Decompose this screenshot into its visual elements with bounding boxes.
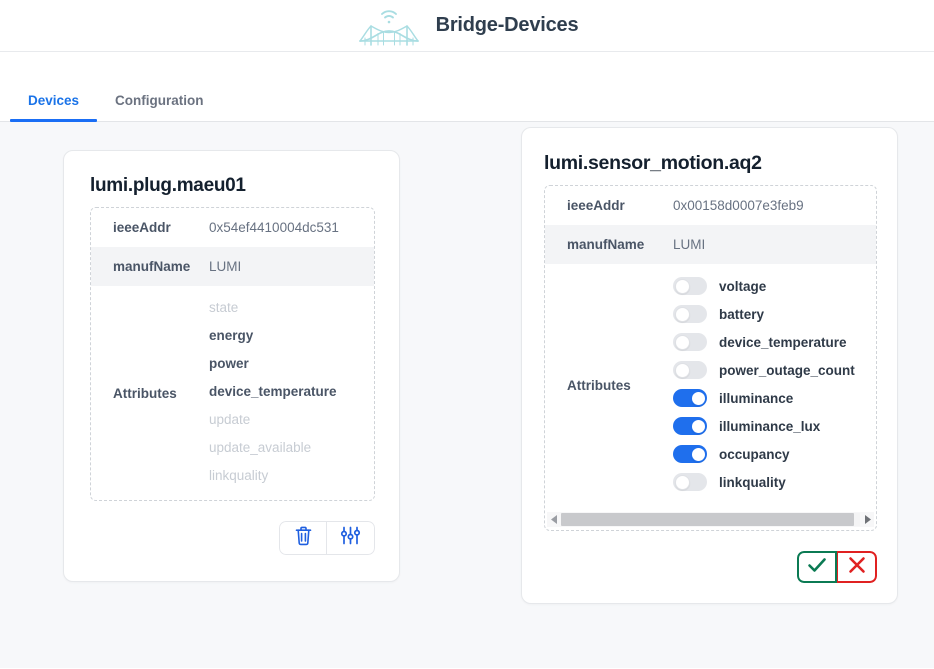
toggle-label: illuminance_lux (719, 419, 820, 434)
tab-devices[interactable]: Devices (10, 94, 97, 122)
row-key-attributes: Attributes (91, 386, 209, 401)
bridge-wifi-logo-icon (356, 5, 422, 47)
toggle-knob (691, 391, 706, 406)
table-row: ieeeAddr 0x54ef4410004dc531 (91, 208, 374, 247)
scroll-left-arrow-icon[interactable] (547, 512, 561, 527)
list-item: voltage (673, 272, 855, 300)
row-value-ieeeaddr: 0x54ef4410004dc531 (209, 208, 349, 247)
delete-device-button[interactable] (279, 521, 327, 555)
device-edit-actions (797, 551, 877, 583)
scroll-right-arrow-icon[interactable] (860, 512, 874, 527)
cancel-button[interactable] (837, 551, 877, 583)
device-properties-table: ieeeAddr 0x54ef4410004dc531 manufName LU… (90, 207, 375, 501)
scrollbar-track[interactable] (561, 513, 860, 526)
table-row-attributes: Attributes voltage battery device_te (545, 264, 876, 506)
page-title: Bridge-Devices (436, 14, 579, 37)
list-item: update (209, 406, 337, 434)
toggle-knob (675, 279, 690, 294)
toggle-knob (691, 447, 706, 462)
list-item: illuminance_lux (673, 412, 855, 440)
toggle-illuminance-lux[interactable] (673, 417, 707, 435)
confirm-button[interactable] (797, 551, 837, 583)
list-item: update_available (209, 434, 337, 462)
toggle-label: linkquality (719, 475, 786, 490)
tab-devices-label: Devices (28, 93, 79, 108)
row-value-manufname: LUMI (673, 225, 715, 264)
toggle-label: voltage (719, 279, 766, 294)
toggle-knob (675, 363, 690, 378)
toggle-knob (675, 307, 690, 322)
toggle-power-outage-count[interactable] (673, 361, 707, 379)
list-item: power (209, 350, 337, 378)
row-value-ieeeaddr: 0x00158d0007e3feb9 (673, 186, 814, 225)
device-properties-table: ieeeAddr 0x00158d0007e3feb9 manufName LU… (544, 185, 877, 531)
toggle-linkquality[interactable] (673, 473, 707, 491)
toggle-voltage[interactable] (673, 277, 707, 295)
trash-icon (294, 525, 313, 551)
list-item: linkquality (209, 462, 337, 490)
device-list-area: lumi.plug.maeu01 ieeeAddr 0x54ef4410004d… (0, 122, 934, 668)
list-item: power_outage_count (673, 356, 855, 384)
list-item: energy (209, 322, 337, 350)
toggle-battery[interactable] (673, 305, 707, 323)
check-icon (807, 556, 827, 579)
attribute-list: state energy power device_temperature up… (209, 286, 337, 500)
attribute-toggle-list: voltage battery device_temperature (673, 264, 855, 506)
device-settings-button[interactable] (327, 521, 375, 555)
list-item: state (209, 294, 337, 322)
toggle-illuminance[interactable] (673, 389, 707, 407)
device-title: lumi.sensor_motion.aq2 (522, 128, 897, 185)
list-item: device_temperature (209, 378, 337, 406)
tab-bar: Devices Configuration (0, 52, 934, 122)
toggle-occupancy[interactable] (673, 445, 707, 463)
tab-configuration-label: Configuration (115, 93, 203, 108)
device-actions (279, 521, 375, 555)
table-row-attributes: Attributes state energy power device_tem… (91, 286, 374, 500)
toggle-label: occupancy (719, 447, 790, 462)
row-key-ieeeaddr: ieeeAddr (91, 208, 209, 247)
list-item: battery (673, 300, 855, 328)
toggle-label: battery (719, 307, 764, 322)
row-key-attributes: Attributes (545, 378, 673, 393)
table-row: manufName LUMI (545, 225, 876, 264)
table-row: ieeeAddr 0x00158d0007e3feb9 (545, 186, 876, 225)
toggle-knob (675, 335, 690, 350)
app-header: Bridge-Devices (0, 0, 934, 52)
list-item: device_temperature (673, 328, 855, 356)
app-root: Bridge-Devices Devices Configuration lum… (0, 0, 934, 669)
toggle-knob (691, 419, 706, 434)
sliders-icon (340, 525, 361, 551)
table-row: manufName LUMI (91, 247, 374, 286)
toggle-label: device_temperature (719, 335, 847, 350)
toggle-label: illuminance (719, 391, 793, 406)
scrollbar-thumb[interactable] (561, 513, 854, 526)
tab-configuration[interactable]: Configuration (97, 94, 221, 122)
list-item: linkquality (673, 468, 855, 496)
toggle-device-temperature[interactable] (673, 333, 707, 351)
device-card-plug[interactable]: lumi.plug.maeu01 ieeeAddr 0x54ef4410004d… (63, 150, 400, 582)
x-icon (848, 556, 866, 579)
row-key-ieeeaddr: ieeeAddr (545, 186, 673, 225)
device-card-motion[interactable]: lumi.sensor_motion.aq2 ieeeAddr 0x00158d… (521, 127, 898, 604)
list-item: occupancy (673, 440, 855, 468)
row-key-manufname: manufName (545, 225, 673, 264)
toggle-knob (675, 475, 690, 490)
row-value-manufname: LUMI (209, 247, 251, 286)
row-key-manufname: manufName (91, 247, 209, 286)
horizontal-scrollbar[interactable] (547, 512, 874, 527)
list-item: illuminance (673, 384, 855, 412)
device-title: lumi.plug.maeu01 (64, 151, 399, 207)
toggle-label: power_outage_count (719, 363, 855, 378)
